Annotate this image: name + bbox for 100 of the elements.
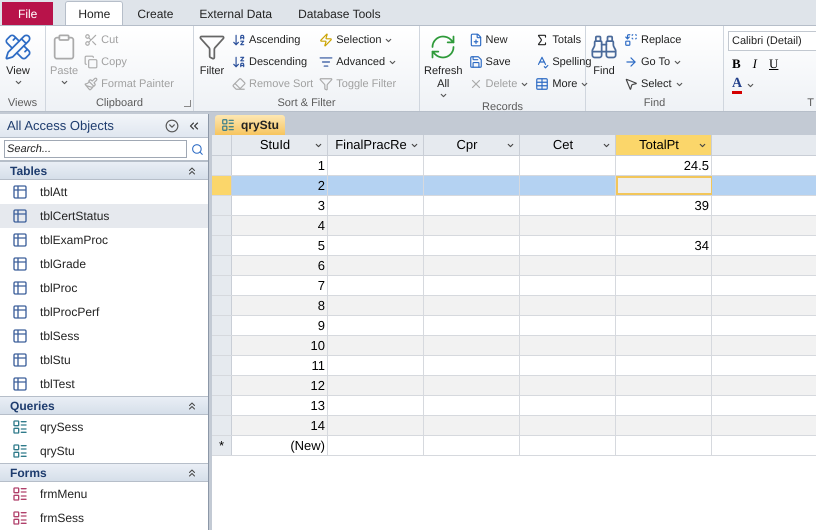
navigation-item[interactable]: tblAtt <box>0 180 208 204</box>
table-row[interactable]: 2 <box>212 176 816 196</box>
column-header[interactable]: FinalPracRe <box>328 135 424 155</box>
table-row[interactable]: 4 <box>212 216 816 236</box>
record-selector[interactable] <box>212 396 232 415</box>
collapse-icon[interactable] <box>186 466 198 478</box>
navigation-item[interactable]: tblStu <box>0 348 208 372</box>
italic-button[interactable]: I <box>752 54 758 74</box>
navigation-item[interactable]: tblCertStatus <box>0 204 208 228</box>
table-row[interactable]: 11 <box>212 356 816 376</box>
scissors-icon <box>84 33 98 47</box>
ribbon-button[interactable]: Spelling <box>533 51 594 73</box>
table-cell: 12 <box>232 376 328 395</box>
ribbon-button[interactable]: More <box>533 73 594 95</box>
ribbon-tab[interactable]: Database Tools <box>286 3 393 25</box>
record-selector[interactable] <box>212 216 232 235</box>
column-header[interactable]: Cpr <box>424 135 520 155</box>
font-field[interactable]: Calibri (Detail) <box>728 31 816 51</box>
table-row[interactable]: 10 <box>212 336 816 356</box>
save-icon <box>468 55 483 69</box>
ribbon-button[interactable]: Advanced <box>317 51 400 73</box>
navigation-item[interactable]: tblExamProc <box>0 228 208 252</box>
table-cell: 34 <box>616 236 712 255</box>
record-selector[interactable] <box>212 196 232 215</box>
record-selector[interactable] <box>212 176 232 195</box>
funnel-icon <box>198 33 226 61</box>
column-header[interactable]: TotalPt <box>616 135 712 155</box>
dialog-launcher-icon[interactable] <box>184 100 191 107</box>
table-cell: 3 <box>232 196 328 215</box>
navigation-item[interactable]: tblGrade <box>0 252 208 276</box>
navigation-item[interactable]: frmMenu <box>0 482 208 506</box>
ribbon-tab[interactable]: Create <box>125 3 186 25</box>
replace-icon <box>624 33 638 47</box>
record-selector[interactable] <box>212 236 232 255</box>
dropdown-icon[interactable] <box>165 118 179 132</box>
ribbon-button[interactable]: Filter <box>196 29 228 78</box>
navigation-item[interactable]: frmSess <box>0 506 208 530</box>
section-header[interactable]: Forms <box>0 463 208 482</box>
arrow-right-icon <box>624 55 638 69</box>
record-selector[interactable] <box>212 336 232 355</box>
ribbon-button[interactable]: Selection <box>317 29 400 51</box>
ribbon-button[interactable]: Go To <box>622 51 686 73</box>
ribbon-button[interactable]: Descending <box>230 51 316 73</box>
navigation-item[interactable]: tblProc <box>0 276 208 300</box>
new-record-marker: * <box>212 436 232 455</box>
record-selector[interactable] <box>212 356 232 375</box>
section-header[interactable]: Queries <box>0 396 208 415</box>
table-row[interactable]: 9 <box>212 316 816 336</box>
record-selector[interactable] <box>212 156 232 175</box>
funnel-icon <box>319 77 334 91</box>
table-row[interactable]: 8 <box>212 296 816 316</box>
table-row[interactable]: 6 <box>212 256 816 276</box>
table-row[interactable]: 5 34 <box>212 236 816 256</box>
navigation-item[interactable]: qrySess <box>0 415 208 439</box>
ribbon-tab[interactable]: File <box>2 2 54 25</box>
table-row[interactable]: 12 <box>212 376 816 396</box>
bold-button[interactable]: B <box>732 54 741 74</box>
document-tab[interactable]: qryStu <box>215 115 286 135</box>
group-label: Sort & Filter <box>277 96 336 111</box>
ribbon-button[interactable]: Replace <box>622 29 686 51</box>
table-icon <box>12 232 28 248</box>
record-selector[interactable] <box>212 316 232 335</box>
navigation-item[interactable]: tblTest <box>0 372 208 396</box>
table-cell: (New) <box>232 436 328 455</box>
ribbon-button[interactable]: Totals <box>533 29 594 51</box>
ribbon-button[interactable]: Ascending <box>230 29 316 51</box>
record-selector[interactable] <box>212 296 232 315</box>
navigation-item[interactable]: qryStu <box>0 439 208 463</box>
table-row[interactable]: 14 <box>212 416 816 436</box>
collapse-icon[interactable] <box>186 400 198 412</box>
table-row[interactable]: 13 <box>212 396 816 416</box>
record-selector[interactable] <box>212 276 232 295</box>
underline-button[interactable]: U <box>769 54 778 74</box>
search-icon[interactable] <box>191 142 204 156</box>
record-selector[interactable] <box>212 416 232 435</box>
ribbon-button[interactable]: Refresh All <box>422 29 465 100</box>
ribbon-button[interactable]: Select <box>622 73 686 95</box>
ribbon-button[interactable]: New <box>466 29 532 51</box>
table-row[interactable]: 1 24.5 <box>212 156 816 176</box>
table-row[interactable]: 7 <box>212 276 816 296</box>
column-header[interactable]: StuId <box>232 135 328 155</box>
font-color-button[interactable]: A <box>732 77 742 94</box>
form-icon <box>12 510 28 526</box>
table-cell: 11 <box>232 356 328 375</box>
ribbon-button[interactable]: View <box>2 29 34 87</box>
table-cell: 9 <box>232 316 328 335</box>
collapse-icon[interactable] <box>186 164 198 176</box>
section-header[interactable]: Tables <box>0 161 208 180</box>
table-row[interactable]: 3 39 <box>212 196 816 216</box>
record-selector[interactable] <box>212 256 232 275</box>
record-selector[interactable] <box>212 376 232 395</box>
ribbon-tab[interactable]: External Data <box>187 3 284 25</box>
navigation-item[interactable]: tblProcPerf <box>0 300 208 324</box>
navigation-item[interactable]: tblSess <box>0 324 208 348</box>
search-field[interactable]: Search... <box>4 140 188 158</box>
ribbon-tab[interactable]: Home <box>65 1 124 25</box>
ribbon-button[interactable]: Save <box>466 51 532 73</box>
refresh-icon <box>429 33 458 61</box>
table-cell: 10 <box>232 336 328 355</box>
query-icon <box>221 118 235 132</box>
